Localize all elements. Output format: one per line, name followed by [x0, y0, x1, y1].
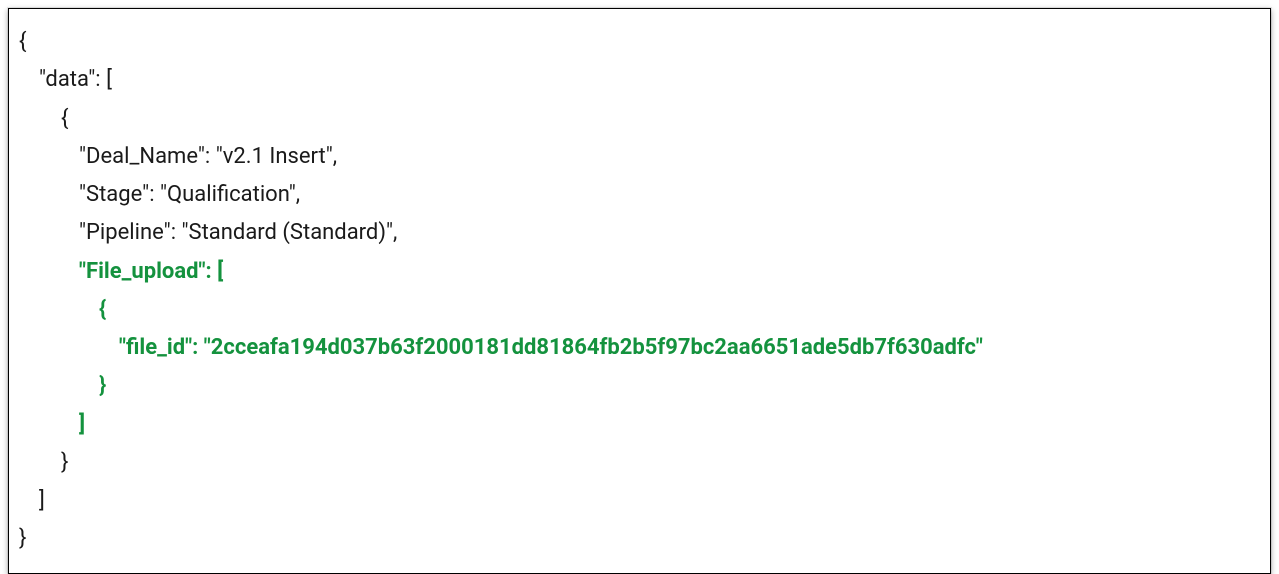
code-line-highlighted: }: [19, 367, 1260, 405]
code-line: "Deal_Name": "v2.1 Insert",: [19, 138, 1260, 176]
json-code-block: { "data": [ { "Deal_Name": "v2.1 Insert"…: [8, 8, 1271, 574]
code-line: "data": [: [19, 61, 1260, 99]
code-line: ]: [19, 482, 1260, 520]
code-line: {: [19, 23, 1260, 61]
code-line: {: [19, 100, 1260, 138]
code-line: "Stage": "Qualification",: [19, 176, 1260, 214]
code-line: }: [19, 520, 1260, 558]
code-line-highlighted: "File_upload": [: [19, 253, 1260, 291]
code-line-highlighted: {: [19, 291, 1260, 329]
code-line: "Pipeline": "Standard (Standard)",: [19, 214, 1260, 252]
code-line-highlighted: "file_id": "2cceafa194d037b63f2000181dd8…: [19, 329, 1260, 367]
code-line-highlighted: ]: [19, 406, 1260, 444]
code-line: }: [19, 444, 1260, 482]
